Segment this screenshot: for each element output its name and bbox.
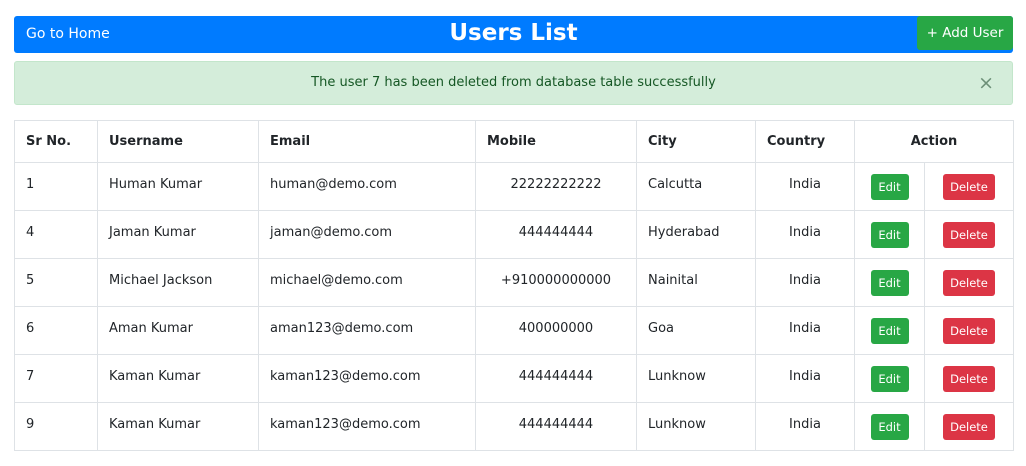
cell-edit-action: Edit	[854, 258, 925, 307]
cell-mobile: 22222222222	[475, 162, 637, 211]
cell-username: Kaman Kumar	[97, 402, 259, 451]
table-row: 1 Human Kumar human@demo.com 22222222222 Cal…	[14, 162, 1014, 211]
page-title: Users List	[449, 20, 578, 46]
cell-country: India	[755, 402, 855, 451]
cell-email: kaman123@demo.com	[258, 402, 476, 451]
cell-email: aman123@demo.com	[258, 306, 476, 355]
edit-button[interactable]: Edit	[870, 317, 909, 344]
cell-email: jaman@demo.com	[258, 210, 476, 259]
cell-email: kaman123@demo.com	[258, 354, 476, 403]
delete-button[interactable]: Delete	[943, 365, 995, 392]
column-header-username: Username	[97, 120, 259, 163]
cell-sr-no: 9	[14, 402, 98, 451]
cell-username: Human Kumar	[97, 162, 259, 211]
alert-message: The user 7 has been deleted from databas…	[311, 75, 716, 90]
edit-button[interactable]: Edit	[870, 269, 909, 296]
column-header-email: Email	[258, 120, 476, 163]
table-row: 9 Kaman Kumar kaman123@demo.com 444444444 Lu…	[14, 402, 1014, 451]
cell-edit-action: Edit	[854, 354, 925, 403]
cell-mobile: 444444444	[475, 402, 637, 451]
cell-mobile: 444444444	[475, 354, 637, 403]
delete-button[interactable]: Delete	[943, 317, 995, 344]
cell-sr-no: 5	[14, 258, 98, 307]
edit-button[interactable]: Edit	[870, 365, 909, 392]
delete-button[interactable]: Delete	[943, 269, 995, 296]
cell-username: Jaman Kumar	[97, 210, 259, 259]
cell-delete-action: Delete	[924, 354, 1014, 403]
delete-button[interactable]: Delete	[943, 173, 995, 200]
table-body: 1 Human Kumar human@demo.com 22222222222 Cal…	[14, 162, 1014, 451]
cell-delete-action: Delete	[924, 402, 1014, 451]
edit-button[interactable]: Edit	[870, 221, 909, 248]
table-row: 6 Aman Kumar aman123@demo.com 400000000 Goa I…	[14, 306, 1014, 355]
cell-sr-no: 1	[14, 162, 98, 211]
cell-edit-action: Edit	[854, 210, 925, 259]
column-header-mobile: Mobile	[475, 120, 637, 163]
table-row: 5 Michael Jackson michael@demo.com +9100000…	[14, 258, 1014, 307]
column-header-sr-no: Sr No.	[14, 120, 98, 163]
edit-button[interactable]: Edit	[870, 413, 909, 440]
cell-delete-action: Delete	[924, 162, 1014, 211]
users-table: Sr No. Username Email Mobile City Countr…	[14, 120, 1014, 451]
table-row: 4 Jaman Kumar jaman@demo.com 444444444 Hyder…	[14, 210, 1014, 259]
cell-city: Nainital	[636, 258, 756, 307]
cell-city: Goa	[636, 306, 756, 355]
cell-sr-no: 7	[14, 354, 98, 403]
cell-edit-action: Edit	[854, 306, 925, 355]
cell-username: Aman Kumar	[97, 306, 259, 355]
cell-sr-no: 6	[14, 306, 98, 355]
cell-delete-action: Delete	[924, 210, 1014, 259]
cell-city: Lunknow	[636, 354, 756, 403]
top-navbar: Go to Home Users List + Add User	[14, 16, 1013, 53]
cell-city: Hyderabad	[636, 210, 756, 259]
delete-button[interactable]: Delete	[943, 413, 995, 440]
table-header-row: Sr No. Username Email Mobile City Countr…	[14, 120, 1014, 163]
add-user-button[interactable]: + Add User	[917, 16, 1013, 50]
cell-email: human@demo.com	[258, 162, 476, 211]
delete-button[interactable]: Delete	[943, 221, 995, 248]
cell-delete-action: Delete	[924, 258, 1014, 307]
cell-username: Kaman Kumar	[97, 354, 259, 403]
cell-country: India	[755, 162, 855, 211]
column-header-action: Action	[854, 120, 1014, 163]
cell-delete-action: Delete	[924, 306, 1014, 355]
cell-email: michael@demo.com	[258, 258, 476, 307]
column-header-city: City	[636, 120, 756, 163]
cell-country: India	[755, 354, 855, 403]
cell-mobile: 444444444	[475, 210, 637, 259]
success-alert: The user 7 has been deleted from databas…	[14, 61, 1013, 105]
cell-city: Lunknow	[636, 402, 756, 451]
column-header-country: Country	[755, 120, 855, 163]
cell-edit-action: Edit	[854, 162, 925, 211]
cell-country: India	[755, 306, 855, 355]
cell-mobile: 400000000	[475, 306, 637, 355]
cell-city: Calcutta	[636, 162, 756, 211]
cell-username: Michael Jackson	[97, 258, 259, 307]
cell-country: India	[755, 210, 855, 259]
table-row: 7 Kaman Kumar kaman123@demo.com 444444444 Lu…	[14, 354, 1014, 403]
edit-button[interactable]: Edit	[870, 173, 909, 200]
close-icon[interactable]: ×	[978, 62, 994, 104]
cell-sr-no: 4	[14, 210, 98, 259]
cell-country: India	[755, 258, 855, 307]
cell-edit-action: Edit	[854, 402, 925, 451]
go-to-home-link[interactable]: Go to Home	[26, 16, 110, 53]
cell-mobile: +910000000000	[475, 258, 637, 307]
